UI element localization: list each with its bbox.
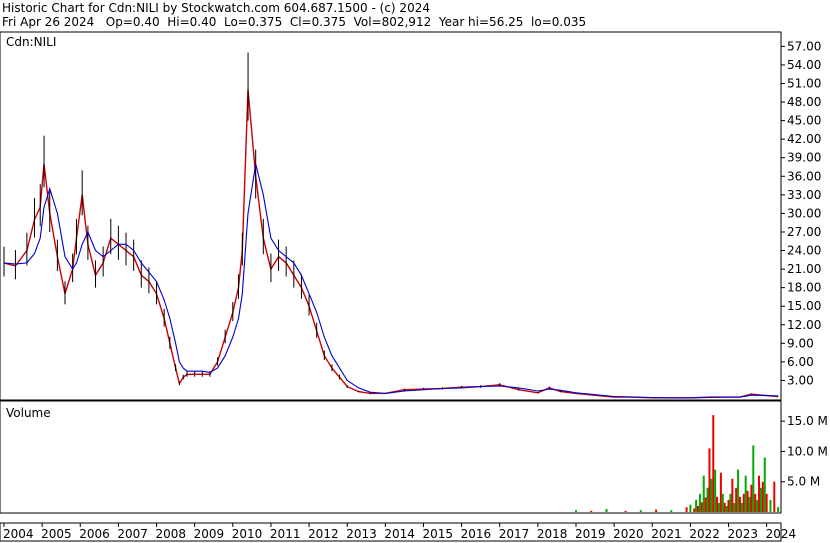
volume-bar [737, 469, 740, 512]
price-y-tick-label: 18.00 [787, 281, 821, 295]
x-tick-label: 2015 [422, 527, 453, 541]
x-tick-label: 2017 [499, 527, 530, 541]
x-tick-label: 2008 [156, 527, 187, 541]
chart-canvas: Cdn:NILI Volume 57.00 54.00 51.00 48.00 45.0… [0, 31, 828, 542]
x-tick-label: 2022 [689, 527, 720, 541]
volume-bar [714, 469, 717, 512]
x-tick-label: 2013 [346, 527, 377, 541]
price-panel-frame [0, 31, 782, 401]
volume-bar [727, 499, 730, 512]
price-y-tick-label: 48.00 [787, 95, 821, 109]
volume-bar [689, 504, 692, 512]
volume-y-tick-label: 5.0 M [787, 475, 820, 489]
x-tick-label: 2020 [613, 527, 644, 541]
price-y-tick-label: 51.00 [787, 76, 821, 90]
volume-bar [719, 472, 722, 512]
volume-bar [746, 490, 749, 512]
volume-bar [695, 499, 698, 512]
price-y-tick-label: 24.00 [787, 244, 821, 258]
x-tick-label: 2014 [384, 527, 415, 541]
volume-bar [723, 502, 726, 512]
price-y-tick-label: 57.00 [787, 39, 821, 53]
x-tick-label: 2019 [575, 527, 606, 541]
volume-bar [624, 510, 627, 512]
volume-bar [735, 487, 738, 512]
volume-bar [710, 478, 713, 512]
volume-bar [639, 510, 642, 512]
volume-bar [742, 493, 745, 512]
volume-bar [738, 496, 741, 512]
volume-bar [702, 475, 705, 512]
x-tick-label: 2012 [308, 527, 339, 541]
volume-bar [717, 502, 720, 512]
price-y-tick-label: 3.00 [787, 373, 814, 387]
volume-bar [763, 457, 766, 512]
volume-bar [685, 507, 688, 512]
volume-bar [697, 505, 700, 512]
price-y-tick-label: 42.00 [787, 132, 821, 146]
volume-bar [725, 505, 728, 512]
volume-bar [761, 481, 764, 512]
volume-bar [693, 508, 696, 512]
price-y-tick-label: 54.00 [787, 58, 821, 72]
price-y-tick-label: 45.00 [787, 114, 821, 128]
x-tick-label: 2009 [194, 527, 225, 541]
volume-bar [752, 445, 755, 512]
x-tick-label: 2023 [728, 527, 759, 541]
volume-y-tick-label: 10.0 M [787, 444, 828, 458]
x-tick-label: 2024 [766, 527, 797, 541]
price-y-tick-label: 39.00 [787, 151, 821, 165]
x-tick-label: 2006 [79, 527, 110, 541]
price-y-tick-label: 30.00 [787, 206, 821, 220]
price-y-tick-label: 21.00 [787, 262, 821, 276]
x-tick-label: 2007 [117, 527, 148, 541]
volume-label: Volume [6, 406, 51, 420]
price-y-tick-label: 15.00 [787, 299, 821, 313]
volume-bar [716, 496, 719, 512]
price-y-tick-label: 33.00 [787, 188, 821, 202]
volume-bar [777, 507, 780, 512]
volume-bar [708, 448, 711, 512]
volume-bar [733, 502, 736, 512]
volume-bar [748, 496, 751, 512]
price-y-tick-label: 27.00 [787, 225, 821, 239]
volume-y-tick-label: 15.0 M [787, 414, 828, 428]
volume-bar [698, 493, 701, 512]
volume-bar [700, 502, 703, 512]
x-tick-label: 2005 [41, 527, 72, 541]
x-tick-label: 2011 [270, 527, 301, 541]
volume-bar [670, 510, 673, 512]
volume-bar [729, 493, 732, 512]
price-y-tick-label: 9.00 [787, 336, 814, 350]
volume-bar [750, 484, 753, 512]
volume-bar [655, 509, 658, 512]
volume-bar [769, 499, 772, 512]
volume-bar [744, 475, 747, 512]
volume-bar [765, 493, 768, 512]
volume-bar [704, 497, 707, 512]
price-y-tick-label: 6.00 [787, 355, 814, 369]
x-tick-label: 2010 [232, 527, 263, 541]
volume-panel-frame [0, 400, 782, 514]
volume-bar [605, 508, 608, 512]
volume-bar [706, 487, 709, 512]
volume-bar [590, 510, 593, 512]
volume-bar [574, 510, 577, 512]
volume-bar [759, 487, 762, 512]
volume-bar [740, 502, 743, 512]
volume-bar [773, 481, 776, 512]
volume-bar [731, 478, 734, 512]
volume-bar [754, 493, 757, 512]
x-tick-label: 2016 [461, 527, 492, 541]
volume-bar [721, 493, 724, 512]
x-tick-label: 2004 [3, 527, 34, 541]
volume-bar [756, 499, 759, 512]
volume-bar [758, 475, 761, 512]
volume-bar [712, 415, 715, 512]
price-y-tick-label: 36.00 [787, 169, 821, 183]
x-tick-label: 2021 [651, 527, 682, 541]
symbol-label: Cdn:NILI [6, 35, 56, 49]
x-tick-label: 2018 [537, 527, 568, 541]
price-y-tick-label: 12.00 [787, 318, 821, 332]
